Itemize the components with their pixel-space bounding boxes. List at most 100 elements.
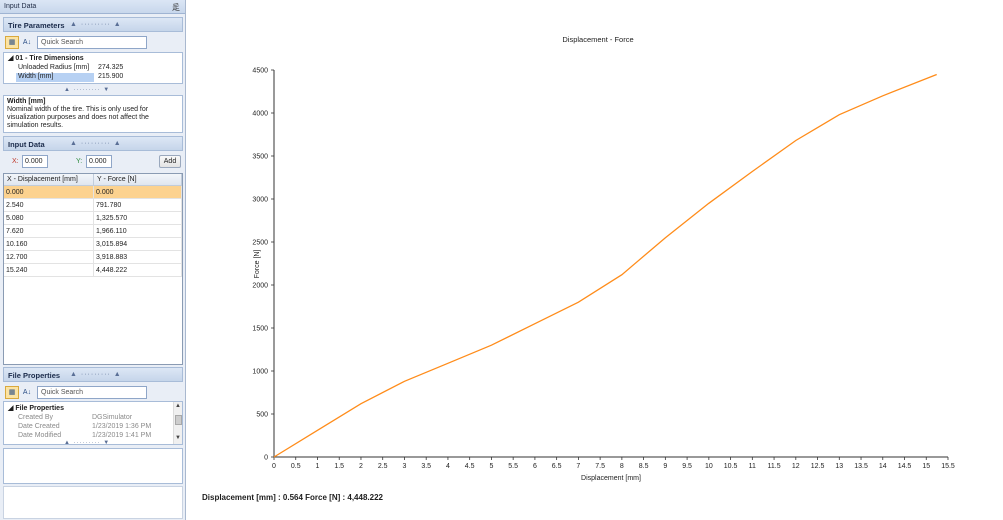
collapse-grip-icon[interactable]: ▲ ········· ▲ <box>70 140 122 147</box>
expand-arrow-icon[interactable]: ◢ <box>8 405 13 412</box>
cell-displacement[interactable]: 12.700 <box>4 251 94 264</box>
displacement-force-chart[interactable]: Displacement - Force 0 0.5 1 1.5 2 2.5 3 3.5 4 4.… <box>187 0 1003 520</box>
cell-displacement[interactable]: 0.000 <box>4 186 94 199</box>
chart-series <box>273 73 937 458</box>
add-point-button[interactable]: Add <box>159 155 181 168</box>
y-value-input[interactable]: 0.000 <box>86 155 112 168</box>
x-tick-label: 3 <box>402 463 406 470</box>
property-row-width[interactable]: Width [mm] 215.900 <box>4 73 182 82</box>
cell-force[interactable]: 3,918.883 <box>94 251 182 264</box>
x-tick-label: 5 <box>489 463 493 470</box>
column-header-x[interactable]: X - Displacement [mm] <box>4 174 94 186</box>
x-tick-label: 9 <box>663 463 667 470</box>
x-tick-label: 2.5 <box>378 463 388 470</box>
scroll-up-icon[interactable]: ▲ <box>175 403 181 409</box>
property-row-created-by[interactable]: Created By DGSimulator <box>4 414 182 423</box>
y-tick-label: 1000 <box>252 369 268 376</box>
scroll-down-icon[interactable]: ▼ <box>175 435 181 441</box>
x-tick-label: 6 <box>533 463 537 470</box>
categorized-view-icon[interactable]: ▦ <box>5 386 19 399</box>
chart-title: Displacement - Force <box>562 35 633 44</box>
category-file-properties[interactable]: ◢ File Properties <box>4 404 182 413</box>
property-label: Unloaded Radius [mm] <box>18 64 90 71</box>
cell-force[interactable]: 1,966.110 <box>94 225 182 238</box>
cell-force[interactable]: 791.780 <box>94 199 182 212</box>
x-tick-label: 11.5 <box>768 463 781 470</box>
x-tick-label: 4.5 <box>465 463 475 470</box>
x-tick-label: 3.5 <box>421 463 431 470</box>
input-data-panel: Input Data ⾡ Tire Parameters ▲ ·········… <box>0 0 186 520</box>
y-tick-label: 3000 <box>252 197 268 204</box>
property-label: Created By <box>18 414 54 421</box>
y-label: Y: <box>76 158 83 165</box>
series-line <box>273 73 937 458</box>
tire-parameters-header[interactable]: Tire Parameters ▲ ········· ▲ <box>3 17 183 32</box>
x-tick-label: 15 <box>922 463 930 470</box>
property-value[interactable]: 274.325 <box>96 64 180 73</box>
input-data-header[interactable]: Input Data ▲ ········· ▲ <box>3 136 183 151</box>
column-header-y[interactable]: Y - Force [N] <box>94 174 182 186</box>
table-row[interactable]: 5.080 1,325.570 <box>4 212 182 225</box>
cell-force[interactable]: 1,325.570 <box>94 212 182 225</box>
x-tick-label: 1.5 <box>334 463 344 470</box>
cell-displacement[interactable]: 5.080 <box>4 212 94 225</box>
cell-displacement[interactable]: 10.160 <box>4 238 94 251</box>
file-quick-search-input[interactable]: Quick Search <box>37 386 147 399</box>
table-row[interactable]: 0.000 0.000 <box>4 186 182 199</box>
expand-arrow-icon[interactable]: ◢ <box>8 55 13 62</box>
vertical-scrollbar[interactable]: ▲ ▼ <box>173 402 182 444</box>
table-row[interactable]: 12.700 3,918.883 <box>4 251 182 264</box>
x-tick-label: 10.5 <box>724 463 738 470</box>
file-property-grid: ◢ File Properties Created By DGSimulator… <box>3 401 183 445</box>
file-properties-header[interactable]: File Properties ▲ ········· ▲ <box>3 367 183 382</box>
cell-force[interactable]: 0.000 <box>94 186 182 199</box>
table-row[interactable]: 15.240 4,448.222 <box>4 264 182 277</box>
tire-quick-search-input[interactable]: Quick Search <box>37 36 147 49</box>
y-tick-label: 4000 <box>252 111 268 118</box>
collapse-grip-icon[interactable]: ▲ ········· ▲ <box>70 21 122 28</box>
property-value[interactable]: 215.900 <box>96 73 180 82</box>
x-tick-label: 11 <box>749 463 756 470</box>
cell-displacement[interactable]: 2.540 <box>4 199 94 212</box>
x-tick-label: 7 <box>576 463 580 470</box>
alphabetical-sort-icon[interactable]: A↓ <box>20 36 34 49</box>
table-row[interactable]: 10.160 3,015.894 <box>4 238 182 251</box>
alphabetical-sort-icon[interactable]: A↓ <box>20 386 34 399</box>
y-tick-label: 3500 <box>252 154 268 161</box>
cell-force[interactable]: 4,448.222 <box>94 264 182 277</box>
x-tick-label: 6.5 <box>552 463 562 470</box>
x-tick-label: 5.5 <box>508 463 518 470</box>
x-tick-label: 2 <box>359 463 363 470</box>
panel-title: Input Data <box>4 3 37 10</box>
x-value-input[interactable]: 0.000 <box>22 155 48 168</box>
tire-property-grid: ◢ 01 - Tire Dimensions Unloaded Radius [… <box>3 52 183 84</box>
y-tick-label: 2000 <box>252 283 268 290</box>
collapse-grip-icon[interactable]: ▲ ········· ▲ <box>70 371 122 378</box>
file-properties-title: File Properties <box>8 371 61 380</box>
table-row[interactable]: 7.620 1,966.110 <box>4 225 182 238</box>
property-row-unloaded-radius[interactable]: Unloaded Radius [mm] 274.325 <box>4 64 182 73</box>
x-tick-label: 15.5 <box>941 463 955 470</box>
xy-entry-row: X: 0.000 Y: 0.000 Add <box>3 154 183 170</box>
x-axis-ticks: 0 0.5 1 1.5 2 2.5 3 3.5 4 4.5 5 5.5 6 6.5 7 7.5 8 8.5 9 9.5… <box>272 457 955 470</box>
cell-displacement[interactable]: 7.620 <box>4 225 94 238</box>
scrollbar-thumb[interactable] <box>175 415 182 425</box>
category-tire-dimensions[interactable]: ◢ 01 - Tire Dimensions <box>4 54 182 63</box>
tire-parameters-title: Tire Parameters <box>8 21 65 30</box>
categorized-view-icon[interactable]: ▦ <box>5 36 19 49</box>
splitter-grip-icon[interactable]: ▲ ········· ▼ <box>64 87 110 93</box>
x-tick-label: 0 <box>272 463 276 470</box>
splitter-grip-icon[interactable]: ▲ ········· ▼ <box>64 440 110 446</box>
property-row-date-created[interactable]: Date Created 1/23/2019 1:36 PM <box>4 423 182 432</box>
cell-force[interactable]: 3,015.894 <box>94 238 182 251</box>
description-text: Nominal width of the tire. This is only … <box>7 106 149 129</box>
x-tick-label: 0.5 <box>291 463 301 470</box>
table-row[interactable]: 2.540 791.780 <box>4 199 182 212</box>
cell-displacement[interactable]: 15.240 <box>4 264 94 277</box>
chart-area[interactable]: Displacement - Force 0 0.5 1 1.5 2 2.5 3 3.5 4 4.… <box>187 0 1003 520</box>
x-axis-label: Displacement [mm] <box>581 475 641 482</box>
y-tick-label: 4500 <box>252 68 268 75</box>
x-tick-label: 8.5 <box>639 463 649 470</box>
file-description-box <box>3 448 183 484</box>
pin-icon[interactable]: ⾡ <box>172 2 180 13</box>
